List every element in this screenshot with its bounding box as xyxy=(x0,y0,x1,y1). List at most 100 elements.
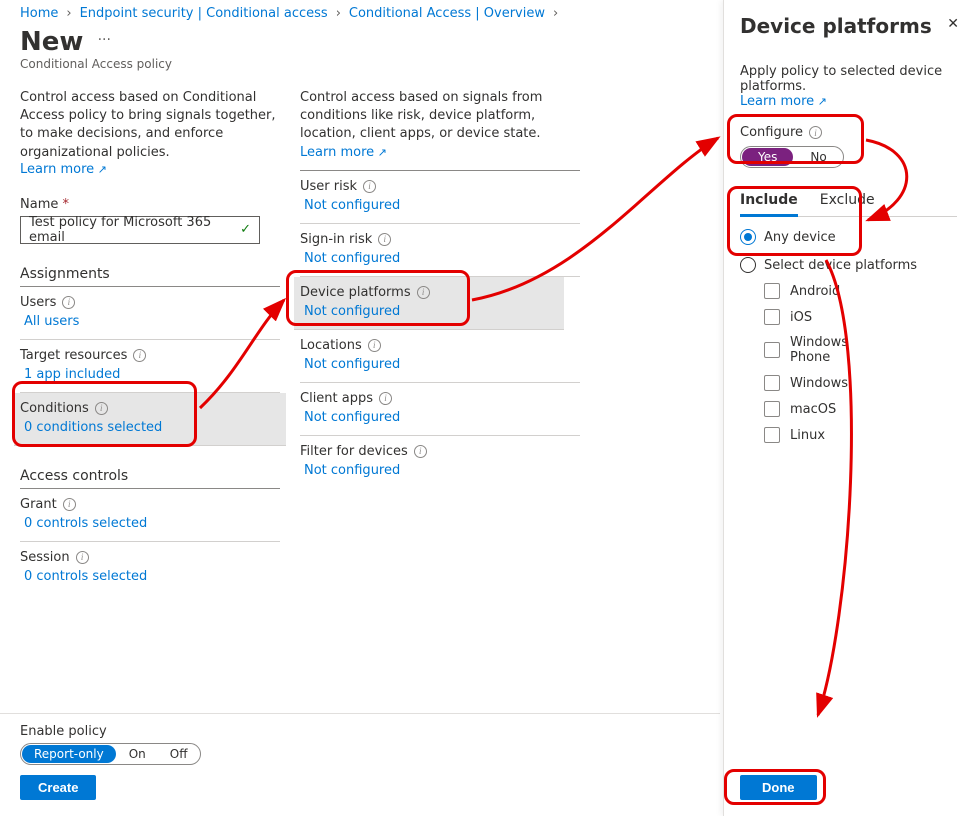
signin-risk-value[interactable]: Not configured xyxy=(304,251,580,266)
panel-description: Apply policy to selected device platform… xyxy=(740,64,957,94)
info-icon[interactable]: i xyxy=(63,498,76,511)
info-icon[interactable]: i xyxy=(378,233,391,246)
info-icon[interactable]: i xyxy=(379,392,392,405)
checkbox-icon xyxy=(764,375,780,391)
users-row[interactable]: Usersi All users xyxy=(20,287,280,340)
filter-value[interactable]: Not configured xyxy=(304,463,580,478)
users-label: Users xyxy=(20,295,56,310)
client-apps-row[interactable]: Client apps i Not configured xyxy=(300,383,580,436)
configure-toggle[interactable]: Yes No xyxy=(740,146,844,168)
chevron-right-icon: › xyxy=(553,6,558,21)
check-icon: ✓ xyxy=(240,222,251,237)
checkbox-ios[interactable]: iOS xyxy=(764,309,957,325)
breadcrumb-overview[interactable]: Conditional Access | Overview xyxy=(349,6,545,21)
learn-more-link[interactable]: Learn more xyxy=(300,145,387,160)
checkbox-windows[interactable]: Windows xyxy=(764,375,957,391)
radio-select-label: Select device platforms xyxy=(764,258,917,273)
conditions-value[interactable]: 0 conditions selected xyxy=(24,420,280,435)
toggle-report-only[interactable]: Report-only xyxy=(22,745,116,763)
device-platforms-label: Device platforms xyxy=(300,285,411,300)
bottom-bar: Enable policy Report-only On Off Create xyxy=(0,713,720,816)
info-icon[interactable]: i xyxy=(368,339,381,352)
radio-icon xyxy=(740,229,756,245)
target-label: Target resources xyxy=(20,348,127,363)
checkbox-icon xyxy=(764,309,780,325)
info-icon[interactable]: i xyxy=(809,126,822,139)
checkbox-icon xyxy=(764,283,780,299)
info-icon[interactable]: i xyxy=(95,402,108,415)
filter-devices-row[interactable]: Filter for devices i Not configured xyxy=(300,436,580,488)
radio-any-label: Any device xyxy=(764,230,836,245)
client-apps-value[interactable]: Not configured xyxy=(304,410,580,425)
info-icon[interactable]: i xyxy=(414,445,427,458)
name-input[interactable]: Test policy for Microsoft 365 email ✓ xyxy=(20,216,260,244)
grant-row[interactable]: Granti 0 controls selected xyxy=(20,489,280,542)
radio-any-device[interactable]: Any device xyxy=(740,229,957,245)
include-exclude-tabs: Include Exclude xyxy=(740,192,957,217)
page-title: New xyxy=(20,27,83,57)
user-risk-row[interactable]: User riski Not configured xyxy=(300,171,580,224)
learn-more-link[interactable]: Learn more xyxy=(740,94,827,109)
info-icon[interactable]: i xyxy=(133,349,146,362)
client-apps-label: Client apps xyxy=(300,391,373,406)
breadcrumb-home[interactable]: Home xyxy=(20,6,58,21)
access-controls-header: Access controls xyxy=(20,468,280,489)
col2-description: Control access based on signals from con… xyxy=(300,90,542,141)
name-label: Name * xyxy=(20,197,280,212)
assignments-header: Assignments xyxy=(20,266,280,287)
configure-yes[interactable]: Yes xyxy=(742,148,793,166)
tab-include[interactable]: Include xyxy=(740,192,798,217)
info-icon[interactable]: i xyxy=(76,551,89,564)
checkbox-macos[interactable]: macOS xyxy=(764,401,957,417)
device-platforms-value[interactable]: Not configured xyxy=(304,304,558,319)
info-icon[interactable]: i xyxy=(417,286,430,299)
toggle-off[interactable]: Off xyxy=(158,744,200,764)
chevron-right-icon: › xyxy=(336,6,341,21)
signin-risk-row[interactable]: Sign-in risk i Not configured xyxy=(300,224,580,277)
done-button[interactable]: Done xyxy=(740,775,817,800)
name-input-value: Test policy for Microsoft 365 email xyxy=(29,215,240,245)
breadcrumb-endpoint[interactable]: Endpoint security | Conditional access xyxy=(80,6,328,21)
locations-row[interactable]: Locations i Not configured xyxy=(300,330,580,383)
info-icon[interactable]: i xyxy=(363,180,376,193)
grant-value[interactable]: 0 controls selected xyxy=(24,516,280,531)
column-middle: Control access based on signals from con… xyxy=(300,89,580,594)
radio-select-platforms[interactable]: Select device platforms xyxy=(740,257,957,273)
close-icon[interactable]: ✕ xyxy=(947,16,959,32)
enable-policy-label: Enable policy xyxy=(20,724,700,739)
configure-label: Configure xyxy=(740,125,803,140)
checkbox-android[interactable]: Android xyxy=(764,283,957,299)
grant-label: Grant xyxy=(20,497,57,512)
checkbox-icon xyxy=(764,342,780,358)
target-resources-row[interactable]: Target resources i 1 app included xyxy=(20,340,280,393)
enable-policy-toggle[interactable]: Report-only On Off xyxy=(20,743,201,765)
conditions-row[interactable]: Conditions i 0 conditions selected xyxy=(14,393,286,446)
session-row[interactable]: Session i 0 controls selected xyxy=(20,542,280,594)
users-value[interactable]: All users xyxy=(24,314,280,329)
checkbox-windows-phone[interactable]: Windows Phone xyxy=(764,335,957,365)
column-left: Control access based on Conditional Acce… xyxy=(20,89,280,594)
filter-label: Filter for devices xyxy=(300,444,408,459)
toggle-on[interactable]: On xyxy=(117,744,158,764)
session-value[interactable]: 0 controls selected xyxy=(24,569,280,584)
info-icon[interactable]: i xyxy=(62,296,75,309)
radio-icon xyxy=(740,257,756,273)
chevron-right-icon: › xyxy=(66,6,71,21)
learn-more-link[interactable]: Learn more xyxy=(20,162,107,177)
checkbox-icon xyxy=(764,401,780,417)
tab-exclude[interactable]: Exclude xyxy=(820,192,875,216)
locations-label: Locations xyxy=(300,338,362,353)
checkbox-linux[interactable]: Linux xyxy=(764,427,957,443)
locations-value[interactable]: Not configured xyxy=(304,357,580,372)
device-platforms-panel: Device platforms ✕ Apply policy to selec… xyxy=(723,0,973,816)
configure-no[interactable]: No xyxy=(794,147,842,167)
session-label: Session xyxy=(20,550,70,565)
device-platforms-row[interactable]: Device platforms i Not configured xyxy=(294,277,564,330)
checkbox-icon xyxy=(764,427,780,443)
conditions-label: Conditions xyxy=(20,401,89,416)
target-value[interactable]: 1 app included xyxy=(24,367,280,382)
signin-risk-label: Sign-in risk xyxy=(300,232,372,247)
create-button[interactable]: Create xyxy=(20,775,96,800)
more-icon[interactable]: ··· xyxy=(98,32,111,48)
user-risk-value[interactable]: Not configured xyxy=(304,198,580,213)
